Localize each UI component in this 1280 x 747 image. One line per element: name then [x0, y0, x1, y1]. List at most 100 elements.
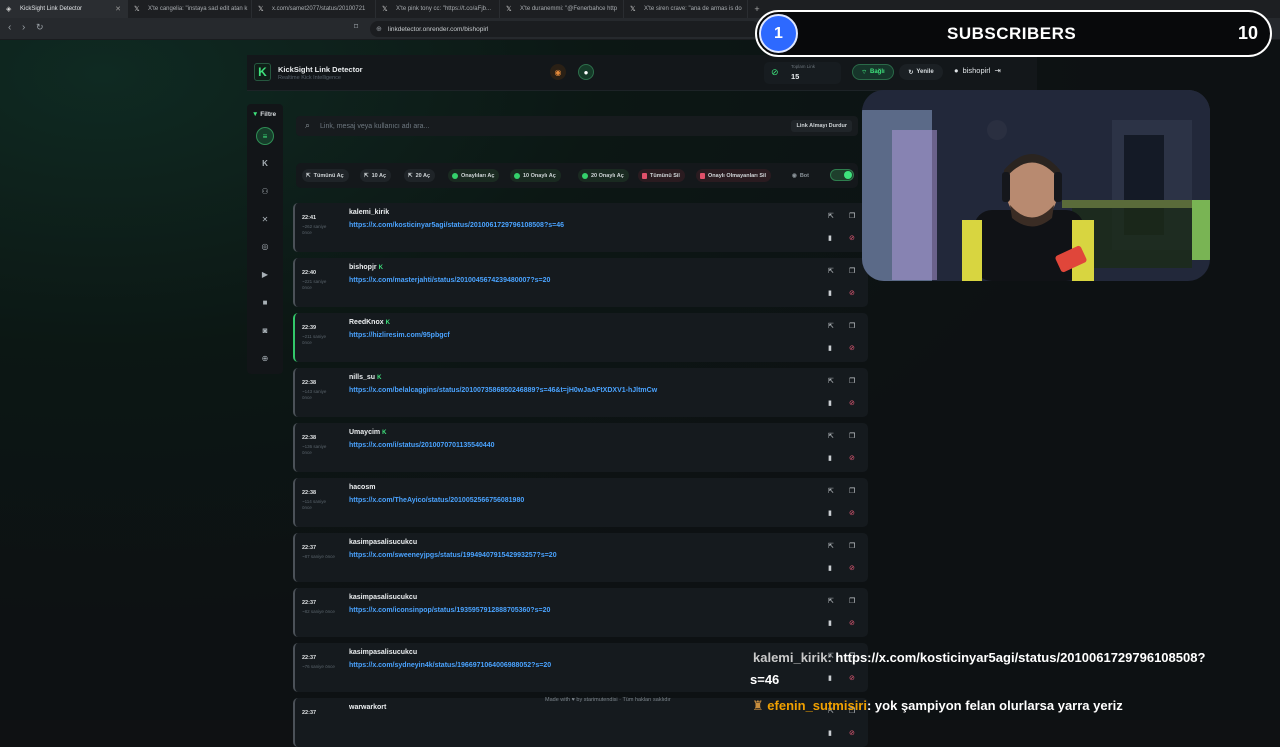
browser-tab-kicksight[interactable]: ◈ KickSight Link Detector ✕	[0, 0, 128, 18]
filter-users-icon[interactable]: ⚇	[256, 182, 274, 200]
row-link[interactable]: https://x.com/sweeneyjpgs/status/1994940…	[349, 552, 557, 559]
filter-kick-icon[interactable]: K	[256, 154, 274, 172]
open-link-icon[interactable]: ⇱	[828, 432, 834, 440]
copy-icon[interactable]: ❐	[849, 267, 855, 275]
theme-icon[interactable]: ◉	[550, 64, 566, 80]
row-link[interactable]: https://x.com/kosticinyar5agi/status/201…	[349, 222, 564, 229]
filter-all-icon[interactable]: ≡	[256, 127, 274, 145]
filter-video-icon[interactable]: ■	[256, 293, 274, 311]
address-bar[interactable]: ⊕ linkdetector.onrender.com/bishopirl	[370, 21, 760, 37]
block-icon[interactable]: ⊘	[849, 564, 855, 572]
open-link-icon[interactable]: ⇱	[828, 212, 834, 220]
filter-camera-icon[interactable]: ◙	[256, 321, 274, 339]
row-link[interactable]: https://x.com/TheAyico/status/2010052566…	[349, 497, 524, 504]
block-icon[interactable]: ⊘	[849, 234, 855, 242]
copy-icon[interactable]: ❐	[849, 322, 855, 330]
forward-icon[interactable]: ›	[22, 22, 25, 33]
delete-icon[interactable]: ▮	[828, 674, 832, 682]
block-icon[interactable]: ⊘	[849, 729, 855, 737]
copy-icon[interactable]: ❐	[849, 487, 855, 495]
apple-icon[interactable]: ●	[578, 64, 594, 80]
bookmark-icon[interactable]: ⌑	[354, 22, 358, 31]
open-20-button[interactable]: ⇱ 20 Aç	[404, 169, 436, 182]
link-row: 22:40 ~221 saniye önce bishopjr Khttps://x.…	[293, 258, 868, 307]
close-icon[interactable]: ✕	[115, 5, 121, 13]
bot-toggle[interactable]	[830, 169, 854, 181]
open-all-button[interactable]: ⇱ Tümünü Aç	[302, 169, 349, 182]
tab-title: X'te cangelia: "instaya sad edit atan k	[148, 6, 248, 12]
delete-icon[interactable]: ▮	[828, 234, 832, 242]
delete-icon[interactable]: ▮	[828, 344, 832, 352]
delete-icon[interactable]: ▮	[828, 729, 832, 737]
open-20-approved-button[interactable]: 20 Onaylı Aç	[578, 169, 629, 182]
row-link[interactable]: https://x.com/iconsinpop/status/19359579…	[349, 607, 550, 614]
copy-icon[interactable]: ❐	[849, 377, 855, 385]
filter-label: Filtre	[260, 111, 277, 118]
delete-icon[interactable]: ▮	[828, 564, 832, 572]
username: bishopirl	[962, 66, 991, 75]
external-link-icon: ⇱	[364, 172, 369, 179]
delete-icon[interactable]: ▮	[828, 399, 832, 407]
block-icon[interactable]: ⊘	[849, 344, 855, 352]
copy-icon[interactable]: ❐	[849, 542, 855, 550]
row-link[interactable]: https://x.com/masterjahti/status/2010045…	[349, 277, 550, 284]
filter-instagram-icon[interactable]: ◎	[256, 237, 274, 255]
delete-unapproved-button[interactable]: Onaylı Olmayanları Sil	[696, 169, 772, 182]
row-link[interactable]: https://hizliresim.com/95pbgcf	[349, 332, 450, 339]
block-icon[interactable]: ⊘	[849, 509, 855, 517]
chat-username: efenin_sutmisiri	[767, 698, 867, 713]
filter-youtube-icon[interactable]: ▶	[256, 265, 274, 283]
refresh-button[interactable]: ↻ Yenile	[899, 64, 943, 80]
block-icon[interactable]: ⊘	[849, 399, 855, 407]
copy-icon[interactable]: ❐	[849, 597, 855, 605]
open-link-icon[interactable]: ⇱	[828, 597, 834, 605]
search-input[interactable]: ⌕ Link, mesaj veya kullanıcı adı ara... …	[296, 116, 858, 136]
refresh-label: Yenile	[916, 69, 934, 75]
row-link[interactable]: https://x.com/belalcaggins/status/201007…	[349, 387, 657, 394]
subscribers-label: SUBSCRIBERS	[947, 24, 1077, 43]
open-link-icon[interactable]: ⇱	[828, 322, 834, 330]
new-tab-icon[interactable]: +	[748, 4, 766, 14]
row-link[interactable]: https://x.com/i/status/20100707011355404…	[349, 442, 495, 449]
open-link-icon[interactable]: ⇱	[828, 377, 834, 385]
copy-icon[interactable]: ❐	[849, 212, 855, 220]
row-username-text: bishopjr	[349, 264, 377, 271]
block-icon[interactable]: ⊘	[849, 674, 855, 682]
row-username-text: kasimpasalisucukcu	[349, 539, 418, 546]
row-username: bishopjr K	[349, 264, 383, 271]
block-icon[interactable]: ⊘	[849, 454, 855, 462]
open-approved-button[interactable]: Onaylıları Aç	[448, 169, 500, 182]
row-time: 22:38	[302, 435, 317, 441]
block-icon[interactable]: ⊘	[849, 289, 855, 297]
open-10-approved-button[interactable]: 10 Onaylı Aç	[510, 169, 561, 182]
copy-icon[interactable]: ❐	[849, 432, 855, 440]
row-link[interactable]: https://x.com/sydneyin4k/status/19669710…	[349, 662, 551, 669]
filter-web-icon[interactable]: ⊕	[256, 349, 274, 367]
block-icon[interactable]: ⊘	[849, 619, 855, 627]
browser-tab[interactable]: 𝕏 X'te pink tony cc: "https://t.co/aFjb.…	[376, 0, 500, 18]
open-link-icon[interactable]: ⇱	[828, 487, 834, 495]
open-link-icon[interactable]: ⇱	[828, 267, 834, 275]
browser-tab[interactable]: 𝕏 X'te duranemmi: "@Fenerbahce http	[500, 0, 624, 18]
reload-icon[interactable]: ↻	[36, 22, 44, 33]
stop-links-button[interactable]: Link Almayı Durdur	[791, 120, 852, 132]
chat-message: ♜ efenin_sutmisiri: yok şampiyon felan o…	[752, 698, 1123, 714]
browser-tab[interactable]: 𝕏 X'te cangelia: "instaya sad edit atan …	[128, 0, 252, 18]
filter-x-icon[interactable]: ✕	[256, 210, 274, 228]
delete-icon[interactable]: ▮	[828, 454, 832, 462]
delete-unapproved-label: Onaylı Olmayanları Sil	[708, 172, 767, 179]
open-link-icon[interactable]: ⇱	[828, 542, 834, 550]
browser-tab[interactable]: 𝕏 X'te siren crave: "ana de armas is do	[624, 0, 748, 18]
url-text: linkdetector.onrender.com/bishopirl	[388, 25, 489, 33]
bot-filter[interactable]: ◉ Bot	[788, 169, 814, 182]
browser-tab[interactable]: 𝕏 x.com/samet2077/status/20100721	[252, 0, 376, 18]
delete-icon[interactable]: ▮	[828, 509, 832, 517]
open-10-button[interactable]: ⇱ 10 Aç	[360, 169, 392, 182]
user-menu[interactable]: ● bishopirl ⇥	[954, 66, 1001, 75]
delete-icon[interactable]: ▮	[828, 289, 832, 297]
row-username: kasimpasalisucukcu	[349, 594, 417, 601]
delete-all-button[interactable]: Tümünü Sil	[638, 169, 685, 182]
delete-icon[interactable]: ▮	[828, 619, 832, 627]
back-icon[interactable]: ‹	[8, 22, 11, 33]
logout-icon[interactable]: ⇥	[994, 66, 1000, 75]
